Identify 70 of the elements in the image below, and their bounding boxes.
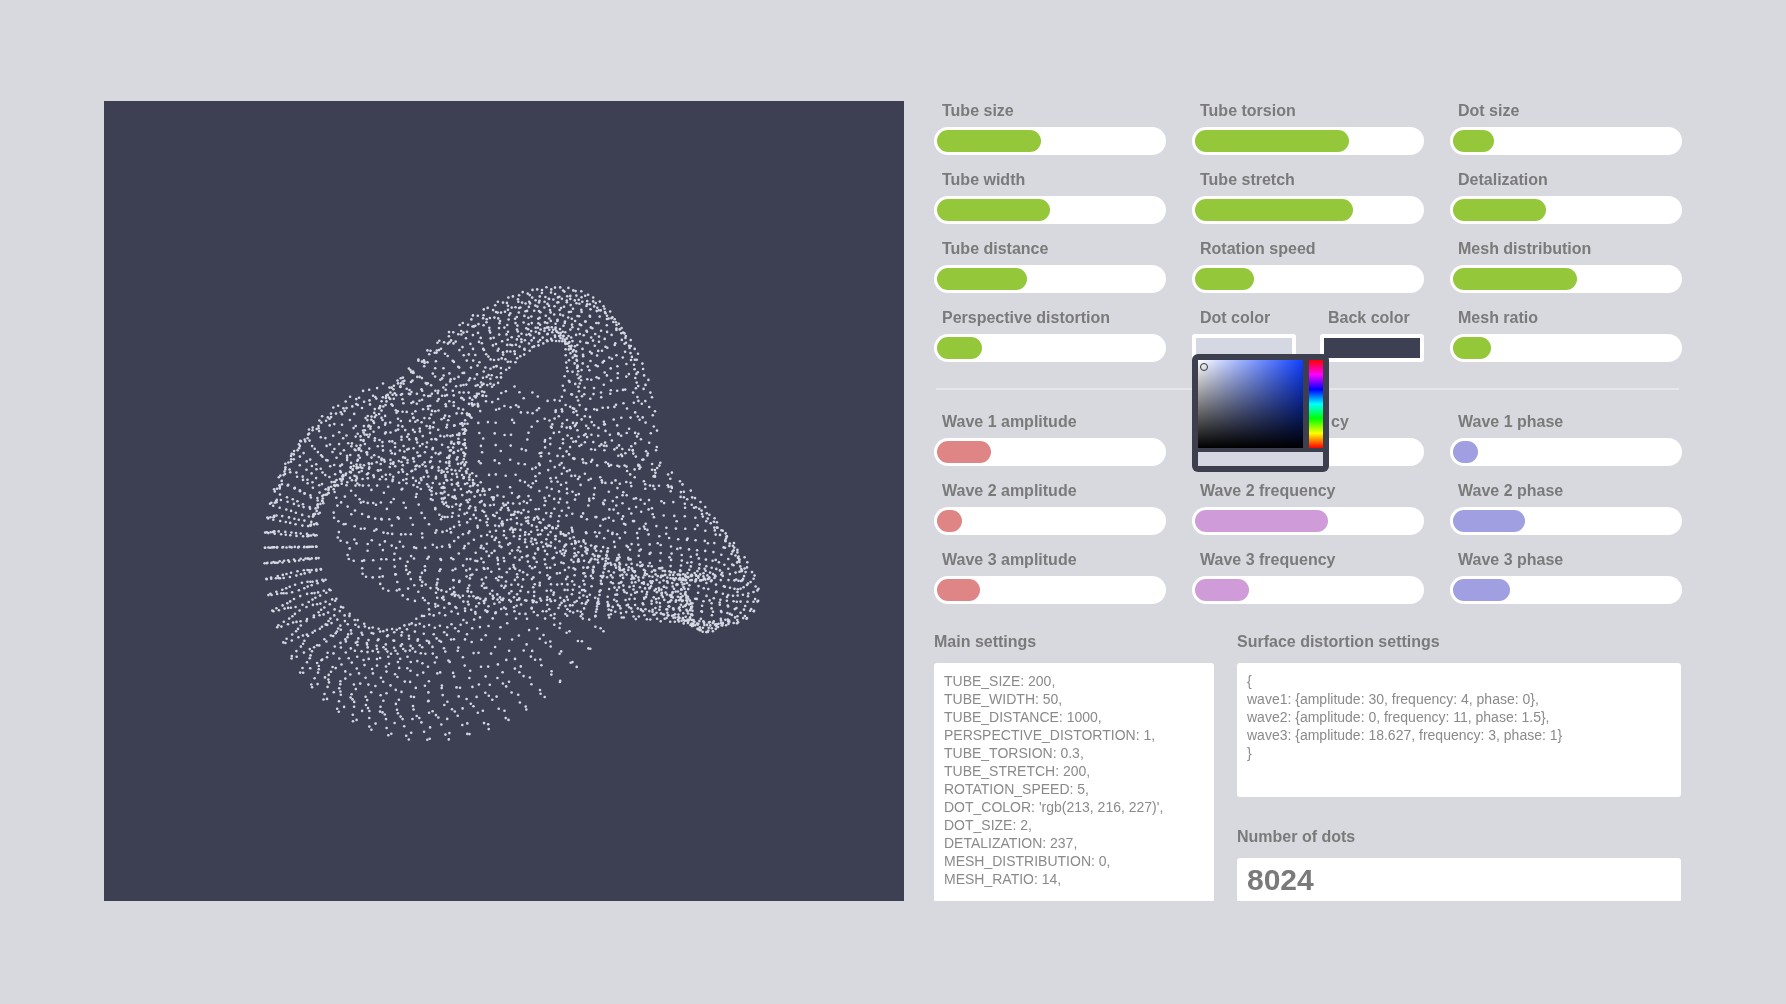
slider-fill[interactable] [937,130,1041,152]
slider-track[interactable] [1192,576,1424,604]
slider-fill[interactable] [937,441,992,463]
slider-fill[interactable] [1195,199,1354,221]
slider-label: Detalization [1457,170,1548,190]
panel-title: Main settings [934,632,1037,652]
slider-fill[interactable] [1453,441,1478,463]
color-swatch[interactable] [1320,334,1424,362]
slider-fill[interactable] [1453,510,1526,532]
slider-fill[interactable] [1453,130,1494,152]
hue-slider[interactable] [1309,360,1323,448]
settings-text-area[interactable]: TUBE_SIZE: 200, TUBE_WIDTH: 50, TUBE_DISTANCE: 1000, PERSPECTIVE_DISTORTION: 1, TUBE_TORSION: 0.3, TUBE_STRETCH: 200, ROTATION_SPEED: 5, DOT_COLOR: 'rgb(213, 216, 227)', DOT_SIZE: 2, DETALIZATION: 237, MESH_DISTRIBUTION: 0, MESH_RATIO: 14, [934,663,1214,901]
slider-track[interactable] [1192,265,1424,293]
slider-track[interactable] [934,576,1166,604]
slider-fill[interactable] [937,579,980,601]
slider-label: Wave 2 phase [1457,481,1564,501]
slider-fill[interactable] [1453,199,1546,221]
slider-track[interactable] [934,127,1166,155]
color-label: Dot color [1199,308,1271,328]
slider-track[interactable] [1450,438,1682,466]
slider-track[interactable] [1450,334,1682,362]
slider-label: Wave 2 frequency [1199,481,1336,501]
color-label: Back color [1327,308,1410,328]
slider-fill[interactable] [1195,579,1250,601]
slider-label: Tube width [941,170,1026,190]
slider-track[interactable] [1450,265,1682,293]
slider-track[interactable] [1450,127,1682,155]
slider-label: Tube size [941,101,1014,121]
slider-track[interactable] [1192,127,1424,155]
slider-track[interactable] [934,334,1166,362]
slider-fill[interactable] [1195,268,1254,290]
slider-label: Rotation speed [1199,239,1316,259]
slider-label: Perspective distortion [941,308,1111,328]
slider-track[interactable] [1450,507,1682,535]
slider-fill[interactable] [937,268,1028,290]
slider-label: Wave 3 amplitude [941,550,1077,570]
slider-fill[interactable] [1195,510,1329,532]
panel-title: Number of dots [1237,827,1356,847]
slider-fill[interactable] [937,510,962,532]
slider-fill[interactable] [1453,579,1510,601]
slider-track[interactable] [934,196,1166,224]
slider-fill[interactable] [937,337,983,359]
slider-label: Tube stretch [1199,170,1295,190]
slider-label: Wave 1 phase [1457,412,1564,432]
slider-track[interactable] [934,438,1166,466]
color-picker-popover[interactable] [1192,354,1329,472]
slider-label: Wave 2 amplitude [941,481,1077,501]
slider-label: Wave 3 phase [1457,550,1564,570]
slider-label: Mesh distribution [1457,239,1592,259]
panel-title: Surface distortion settings [1237,632,1440,652]
slider-fill[interactable] [1453,268,1578,290]
slider-track[interactable] [1192,507,1424,535]
slider-track[interactable] [1192,196,1424,224]
slider-label: Mesh ratio [1457,308,1538,328]
slider-fill[interactable] [1195,130,1349,152]
saturation-area[interactable] [1198,360,1303,448]
settings-text-area[interactable]: { wave1: {amplitude: 30, frequency: 4, phase: 0}, wave2: {amplitude: 0, frequency: 11, phase: 1.5}, wave3: {amplitude: 18.627, frequency: 3, phase: 1} } [1237,663,1681,797]
slider-track[interactable] [1450,196,1682,224]
slider-label: Wave 1 amplitude [941,412,1077,432]
slider-fill[interactable] [937,199,1050,221]
slider-track[interactable] [1450,576,1682,604]
slider-label: Tube torsion [1199,101,1296,121]
slider-track[interactable] [934,265,1166,293]
slider-label: Tube distance [941,239,1049,259]
slider-label: cy [1330,412,1349,432]
slider-track[interactable] [934,507,1166,535]
slider-label: Dot size [1457,101,1520,121]
slider-label: Wave 3 frequency [1199,550,1336,570]
dot-count-field[interactable]: 8024 [1237,858,1681,901]
slider-fill[interactable] [1453,337,1492,359]
